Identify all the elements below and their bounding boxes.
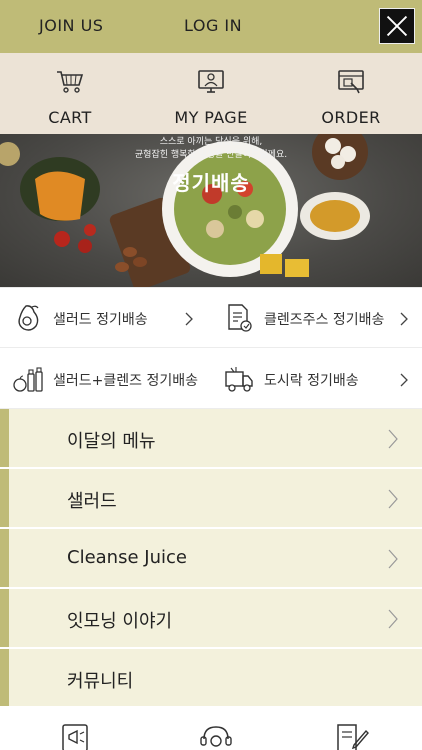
chevron-right-icon xyxy=(388,429,398,449)
category-menu: 이달의 메뉴 샐러드 Cleanse Juice 잇모닝 이야기 커뮤니티 xyxy=(0,409,422,707)
category-label: Cleanse Juice xyxy=(67,547,187,568)
salad-cleanse-subscription-item[interactable]: 샐러드+클렌즈 정기배송 xyxy=(0,349,211,409)
cart-button[interactable]: CART xyxy=(0,53,140,134)
banner-title: 정기배송 xyxy=(172,171,250,195)
bottles-icon xyxy=(13,367,43,392)
bottom-bar xyxy=(0,707,422,750)
salad-subscription-item[interactable]: 샐러드 정기배송 xyxy=(0,288,211,348)
cart-label: CART xyxy=(48,108,92,127)
category-item-salad[interactable]: 샐러드 xyxy=(0,469,422,528)
cart-icon xyxy=(57,71,84,93)
customer-service-icon[interactable] xyxy=(198,723,234,750)
chevron-right-icon xyxy=(400,312,408,326)
category-item-cleanse-juice[interactable]: Cleanse Juice xyxy=(0,529,422,588)
subscription-banner[interactable]: 스스로 아끼는 당신을 위해, 균형잡힌 행복한 일상을 만들어드릴께요. 정기… xyxy=(0,134,422,287)
category-item-community[interactable]: 커뮤니티 xyxy=(0,649,422,707)
chevron-right-icon xyxy=(400,373,408,387)
avocado-icon xyxy=(18,305,39,331)
chevron-right-icon xyxy=(388,609,398,629)
salad-subscription-label: 샐러드 정기배송 xyxy=(53,312,148,328)
category-label: 이달의 메뉴 xyxy=(67,431,156,452)
review-icon[interactable] xyxy=(334,723,370,750)
log-in-link[interactable]: LOG IN xyxy=(184,16,242,35)
accent-bar xyxy=(0,649,9,706)
truck-icon xyxy=(225,367,253,392)
banner-tagline-2: 균형잡힌 행복한 일상을 만들어드릴께요. xyxy=(134,150,288,160)
banner-tagline-1: 스스로 아끼는 당신을 위해, xyxy=(159,137,263,147)
cleanse-juice-subscription-label: 클렌즈주스 정기배송 xyxy=(264,312,385,328)
cleanse-juice-subscription-item[interactable]: 클렌즈주스 정기배송 xyxy=(211,288,422,348)
category-item-eatmorning-story[interactable]: 잇모닝 이야기 xyxy=(0,589,422,648)
category-item-monthly-menu[interactable]: 이달의 메뉴 xyxy=(0,409,422,468)
category-label: 샐러드 xyxy=(67,491,117,512)
lunchbox-subscription-label: 도시락 정기배송 xyxy=(264,373,359,389)
my-page-label: MY PAGE xyxy=(174,108,248,127)
subscription-menu: 샐러드 정기배송 클렌즈주스 정기배송 샐러드+클렌즈 정기배송 도시락 정기배… xyxy=(0,287,422,409)
accent-bar xyxy=(0,589,9,647)
close-icon xyxy=(386,15,408,37)
category-label: 잇모닝 이야기 xyxy=(67,611,173,632)
subscription-row: 샐러드+클렌즈 정기배송 도시락 정기배송 xyxy=(0,349,422,409)
order-button[interactable]: ORDER xyxy=(281,53,421,134)
category-label: 커뮤니티 xyxy=(67,671,134,692)
megaphone-icon[interactable] xyxy=(60,723,96,750)
order-icon xyxy=(338,70,364,94)
subscription-row: 샐러드 정기배송 클렌즈주스 정기배송 xyxy=(0,288,422,348)
lunchbox-subscription-item[interactable]: 도시락 정기배송 xyxy=(211,349,422,409)
join-us-link[interactable]: JOIN US xyxy=(39,16,103,35)
quick-menu: CART MY PAGE ORDER xyxy=(0,53,422,134)
top-bar: JOIN US LOG IN xyxy=(0,0,422,53)
salad-cleanse-subscription-label: 샐러드+클렌즈 정기배송 xyxy=(53,373,198,389)
mypage-icon xyxy=(198,70,224,93)
order-label: ORDER xyxy=(321,108,381,127)
document-icon xyxy=(228,304,252,332)
chevron-right-icon xyxy=(388,549,398,569)
my-page-button[interactable]: MY PAGE xyxy=(141,53,281,134)
chevron-right-icon xyxy=(185,312,193,326)
accent-bar xyxy=(0,529,9,587)
close-button[interactable] xyxy=(379,8,415,44)
chevron-right-icon xyxy=(388,489,398,509)
accent-bar xyxy=(0,469,9,527)
accent-bar xyxy=(0,409,9,467)
